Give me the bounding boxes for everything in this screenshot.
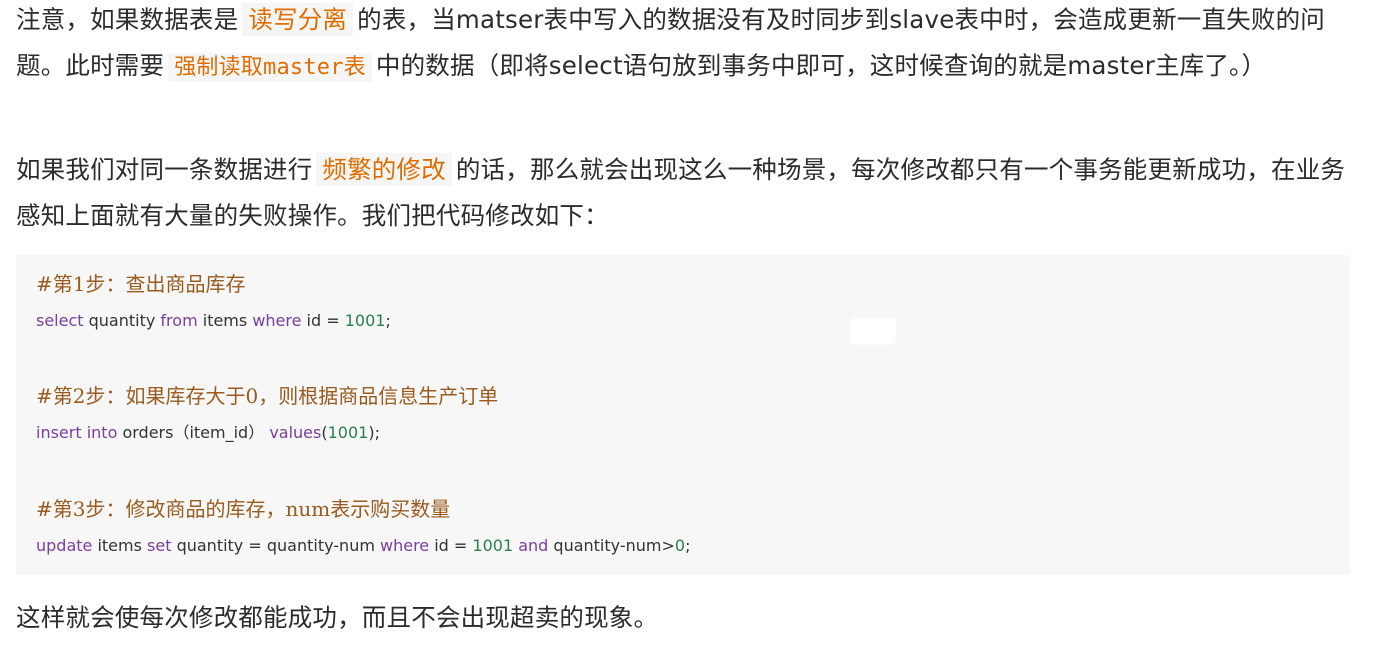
code-text: quantity-num> (548, 536, 675, 555)
keyword-set: set (147, 536, 172, 555)
highlight-read-write-split: 读写分离 (242, 3, 354, 36)
keyword-insert: insert (36, 423, 82, 442)
code-line-update: update items set quantity = quantity-num… (36, 531, 690, 561)
keyword-from: from (160, 311, 198, 330)
code-comment-step3: #第3步：修改商品的库存，num表示购买数量 (36, 494, 450, 524)
paragraph-text: 注意，如果数据表是 (16, 5, 239, 34)
code-text: items (197, 311, 253, 330)
keyword-into: into (86, 423, 118, 442)
code-text: id = (429, 536, 473, 555)
code-text: items (92, 536, 148, 555)
code-comment: #第1步：查出商品库存 (36, 272, 246, 296)
code-number: 1001 (327, 423, 369, 442)
code-number: 1001 (472, 536, 514, 555)
redaction-smudge (850, 318, 896, 344)
code-text: quantity = quantity-num (171, 536, 380, 555)
highlight-frequent-modification: 频繁的修改 (316, 153, 452, 186)
code-line-insert: insert into orders（item_id） values(1001)… (36, 418, 380, 448)
code-comment-step2: #第2步：如果库存大于0，则根据商品信息生产订单 (36, 381, 498, 411)
keyword-select: select (36, 311, 84, 330)
paragraph-frequent-modification: 如果我们对同一条数据进行 频繁的修改 的话，那么就会出现这么一种场景，每次修改都只有… (16, 147, 1352, 239)
code-text: ); (368, 423, 380, 442)
paragraph-read-write-split: 注意，如果数据表是 读写分离 的表，当matser表中写入的数据没有及时同步到sla… (16, 0, 1352, 91)
paragraph-text: 如果我们对同一条数据进行 (16, 155, 313, 184)
code-text: ; (685, 536, 691, 555)
code-comment-step1: #第1步：查出商品库存 (36, 269, 245, 299)
code-line-select: select quantity from items where id = 10… (36, 306, 391, 336)
code-number: 1001 (344, 311, 386, 330)
keyword-update: update (36, 536, 93, 555)
code-comment: #第2步：如果库存大于0，则根据商品信息生产订单 (36, 384, 499, 408)
code-comment: #第3步：修改商品的库存，num表示购买数量 (36, 497, 451, 521)
paragraph-text: 中的数据（即将select语句放到事务中即可，这时候查询的就是master主库了… (375, 51, 1267, 80)
highlight-force-read-master: 强制读取master表 (168, 53, 372, 82)
code-number: 0 (674, 536, 686, 555)
keyword-where: where (252, 311, 302, 330)
paragraph-conclusion: 这样就会使每次修改都能成功，而且不会出现超卖的现象。 (16, 603, 659, 632)
keyword-where: where (380, 536, 430, 555)
code-text: id = (301, 311, 345, 330)
keyword-and: and (518, 536, 549, 555)
keyword-values: values (269, 423, 322, 442)
code-text: orders（item_id） (117, 423, 270, 442)
code-text: ; (385, 311, 391, 330)
code-text: quantity (83, 311, 161, 330)
code-block (16, 255, 1350, 575)
